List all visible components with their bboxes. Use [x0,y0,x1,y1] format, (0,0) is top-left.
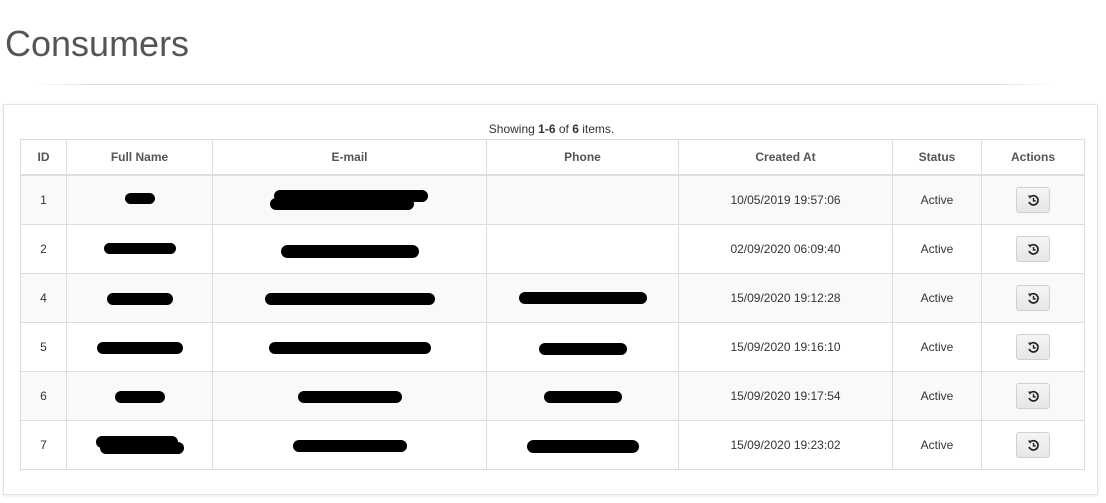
redacted-email [269,190,430,210]
column-header-phone[interactable]: Phone [486,139,679,176]
column-header-status[interactable]: Status [892,139,982,176]
cell-email [212,322,487,372]
restore-icon [1027,243,1039,255]
cell-full-name [66,273,213,323]
redacted-full-name [106,292,173,305]
redacted-email [297,390,402,403]
restore-button[interactable] [1016,186,1050,213]
cell-id: 6 [20,371,67,421]
cell-id: 5 [20,322,67,372]
cell-id: 1 [20,174,67,225]
cell-status: Active [892,322,982,372]
restore-icon [1027,292,1039,304]
column-header-full-name[interactable]: Full Name [66,139,213,176]
redacted-phone [543,390,622,403]
table-row: 5 15/09/2020 19:16:10 Active [20,322,1085,372]
restore-icon [1027,194,1039,206]
cell-status: Active [892,224,982,274]
cell-email [212,224,487,274]
column-header-created-at[interactable]: Created At [678,139,893,176]
redacted-email [280,245,419,259]
cell-email [212,420,487,470]
cell-actions [981,224,1085,274]
redacted-full-name [103,243,176,255]
table-row: 4 15/09/2020 19:12:28 Active [20,273,1085,323]
cell-phone [486,420,679,470]
cell-status: Active [892,420,982,470]
cell-status: Active [892,371,982,421]
cell-created-at: 15/09/2020 19:16:10 [678,322,893,372]
table-row: 2 02/09/2020 06:09:40 Active [20,224,1085,274]
cell-full-name [66,371,213,421]
redacted-phone [526,440,639,454]
cell-id: 4 [20,273,67,323]
cell-actions [981,420,1085,470]
cell-actions [981,322,1085,372]
restore-icon [1027,439,1039,451]
cell-created-at: 15/09/2020 19:23:02 [678,420,893,470]
cell-actions [981,371,1085,421]
cell-created-at: 15/09/2020 19:17:54 [678,371,893,421]
cell-actions [981,273,1085,323]
restore-icon [1027,341,1039,353]
redacted-full-name [96,341,183,354]
consumers-table: ID Full Name E-mail Phone Created At Sta… [20,139,1085,470]
restore-button[interactable] [1016,382,1050,409]
cell-status: Active [892,273,982,323]
column-header-email[interactable]: E-mail [212,139,487,176]
page-title: Consumers [5,23,190,64]
cell-id: 2 [20,224,67,274]
cell-phone [486,273,679,323]
cell-actions [981,174,1085,225]
redacted-full-name [95,436,184,454]
pagination-summary: Showing 1-6 of 6 items. [488,122,615,136]
summary-range: 1-6 [538,122,556,136]
restore-button[interactable] [1016,235,1050,262]
table-row: 1 10/05/2019 19:57:06 Active [20,174,1085,225]
cell-status: Active [892,174,982,225]
column-header-actions: Actions [981,139,1085,176]
table-row: 6 15/09/2020 19:17:54 Active [20,371,1085,421]
title-divider [32,84,1054,85]
cell-full-name [66,174,213,225]
cell-full-name [66,420,213,470]
table-header-row: ID Full Name E-mail Phone Created At Sta… [20,139,1085,176]
cell-phone [486,224,679,274]
restore-button[interactable] [1016,333,1050,360]
cell-email [212,273,487,323]
redacted-email [292,439,407,452]
column-header-id[interactable]: ID [20,139,67,176]
summary-total: 6 [572,122,579,136]
cell-phone [486,322,679,372]
cell-phone [486,174,679,225]
cell-email [212,174,487,225]
restore-icon [1027,390,1039,402]
redacted-email [264,292,435,305]
redacted-email [268,341,431,354]
redacted-phone [538,342,627,355]
cell-email [212,371,487,421]
redacted-phone [518,291,647,304]
cell-id: 7 [20,420,67,470]
consumers-panel: Showing 1-6 of 6 items. ID Full Name E-m… [3,104,1098,495]
redacted-full-name [114,390,165,403]
cell-created-at: 15/09/2020 19:12:28 [678,273,893,323]
cell-created-at: 02/09/2020 06:09:40 [678,224,893,274]
cell-full-name [66,322,213,372]
restore-button[interactable] [1016,284,1050,311]
cell-created-at: 10/05/2019 19:57:06 [678,174,893,225]
table-row: 7 15/09/2020 19:23:02 Active [20,420,1085,470]
cell-phone [486,371,679,421]
restore-button[interactable] [1016,431,1050,458]
cell-full-name [66,224,213,274]
redacted-full-name [124,193,155,205]
